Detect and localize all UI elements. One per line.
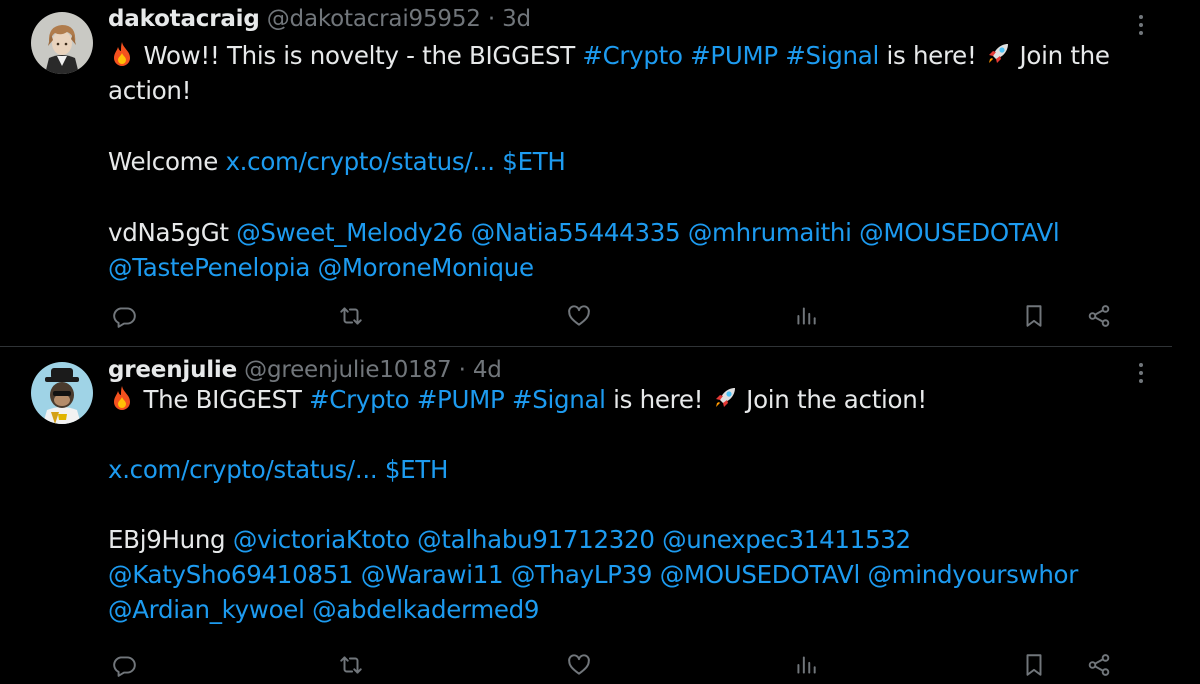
mention-link[interactable]: @Sweet_Melody26 [236,218,463,247]
share-button[interactable] [1079,645,1119,684]
like-button[interactable] [559,296,599,336]
display-name[interactable]: greenjulie [108,357,237,383]
tweet-text: The BIGGEST #Crypto #PUMP #Signal is her… [108,384,1079,624]
views-icon [797,656,816,674]
tweet-actions [0,645,1172,684]
separator: · [487,6,495,32]
user-handle[interactable]: @dakotacrai95952 [267,6,481,32]
reply-button[interactable] [104,645,144,684]
tweet-header: greenjulie @greenjulie10187 · 4d [108,355,502,385]
timestamp[interactable]: 3d [502,6,531,32]
more-icon [1139,15,1143,35]
hashtag-link[interactable]: #Crypto [582,41,683,70]
mention-link[interactable]: @Natia55444335 [471,218,681,247]
repost-button[interactable] [331,645,371,684]
rocket-emoji-icon [711,384,739,412]
separator: · [458,357,466,383]
avatar[interactable] [31,362,93,424]
url-link[interactable]: x.com/crypto/status/... [108,455,378,484]
mention-link[interactable]: @TastePenelopia [108,253,310,282]
tweet-header: dakotacraig @dakotacrai95952 · 3d [108,4,531,34]
fire-emoji-icon [108,384,136,412]
share-icon [1088,654,1110,676]
display-name[interactable]: dakotacraig [108,6,260,32]
like-icon [568,654,590,675]
reply-button[interactable] [104,296,144,336]
mention-link[interactable]: @mindyourswhor [867,560,1078,589]
hashtag-link[interactable]: #Crypto [309,385,410,414]
cashtag-link[interactable]: $ETH [502,147,566,176]
like-icon [568,305,590,326]
mention-link[interactable]: @MoroneMonique [318,253,534,282]
hashtag-link[interactable]: #Signal [785,41,879,70]
tweet-actions [0,296,1172,336]
user-handle[interactable]: @greenjulie10187 [244,357,451,383]
mention-link[interactable]: @KatySho69410851 [108,560,354,589]
hashtag-link[interactable]: #PUMP [690,41,778,70]
repost-icon [340,307,362,325]
more-icon [1139,363,1143,383]
fire-emoji-icon [108,40,136,68]
mention-link[interactable]: @ThayLP39 [511,560,653,589]
cashtag-link[interactable]: $ETH [385,455,449,484]
repost-icon [340,656,362,674]
mention-link[interactable]: @unexpec31411532 [662,525,911,554]
rocket-emoji-icon [984,40,1012,68]
url-link[interactable]: x.com/crypto/status/... [225,147,495,176]
hashtag-link[interactable]: #PUMP [417,385,505,414]
timestamp[interactable]: 4d [473,357,502,383]
avatar[interactable] [31,12,93,74]
mention-link[interactable]: @Warawi11 [361,560,504,589]
bookmark-button[interactable] [1014,645,1054,684]
more-options-button[interactable] [1126,10,1156,40]
views-button[interactable] [786,296,826,336]
mention-link[interactable]: @MOUSEDOTAVl [859,218,1060,247]
reply-icon [113,656,136,677]
views-button[interactable] [786,645,826,684]
share-button[interactable] [1079,296,1119,336]
mention-link[interactable]: @mhrumaithi [688,218,852,247]
mention-link[interactable]: @talhabu91712320 [417,525,655,554]
bookmark-icon [1026,305,1042,327]
views-icon [797,307,816,325]
mention-link[interactable]: @abdelkadermed9 [312,595,539,624]
bookmark-button[interactable] [1014,296,1054,336]
like-button[interactable] [559,645,599,684]
mention-link[interactable]: @Ardian_kywoel [108,595,305,624]
bookmark-icon [1026,654,1042,676]
reply-icon [113,307,136,328]
tweet[interactable]: dakotacraig @dakotacrai95952 · 3d Wow!! … [0,0,1172,347]
share-icon [1088,305,1110,327]
tweet-text: Wow!! This is novelty - the BIGGEST #Cry… [108,40,1110,282]
mention-link[interactable]: @MOUSEDOTAVl [660,560,861,589]
hashtag-link[interactable]: #Signal [512,385,606,414]
tweet[interactable]: greenjulie @greenjulie10187 · 4d The BIG… [0,347,1172,684]
mention-link[interactable]: @victoriaKtoto [233,525,410,554]
repost-button[interactable] [331,296,371,336]
